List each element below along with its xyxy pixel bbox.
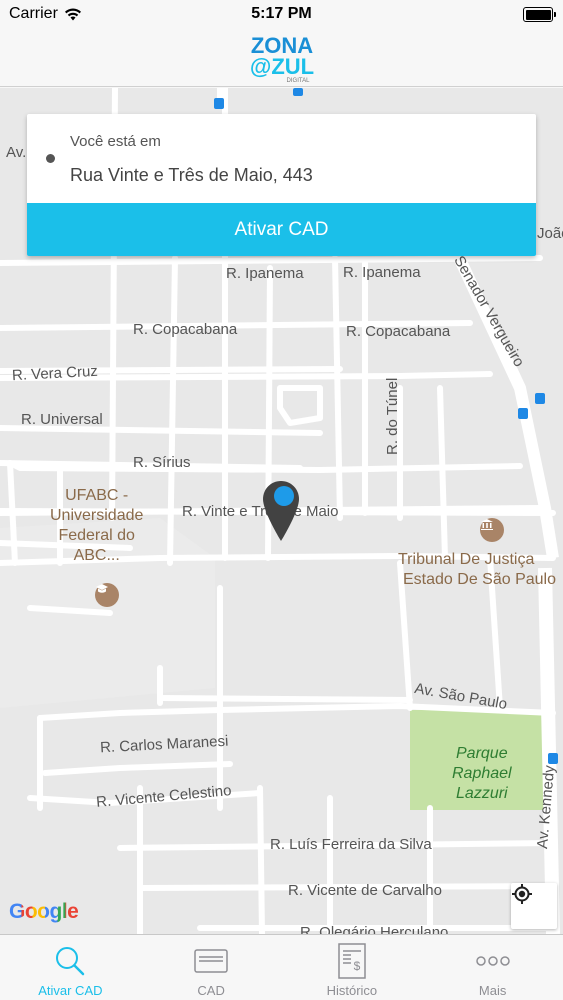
tab-cad[interactable]: CAD [141, 935, 282, 1000]
street-label: R. Olegário Herculano [300, 924, 449, 934]
battery-icon [523, 7, 556, 22]
tab-label: Ativar CAD [38, 983, 103, 998]
card-icon [191, 943, 231, 979]
tab-label: CAD [197, 983, 225, 998]
street-label: R. Ipanema [226, 265, 304, 282]
poi-tribunal-label: Tribunal De Justiça Estado De São Paulo [398, 550, 556, 590]
location-dot-icon [46, 154, 55, 163]
svg-text:$: $ [354, 959, 361, 973]
logo-line2: @ZUL [250, 54, 314, 79]
app-header: ZONA @ZUL DIGITAL [0, 30, 563, 87]
tab-bar: Ativar CAD CAD $ Histórico Mais [0, 934, 563, 1000]
tab-label: Mais [478, 983, 507, 998]
crosshair-icon [512, 884, 532, 904]
park-label: Parque Raphael Lazzuri [452, 744, 512, 804]
street-label: R. Ipanema [343, 264, 421, 281]
google-attribution: Google [9, 900, 79, 923]
street-label: R. Copacabana [133, 321, 238, 338]
street-label: R. Universal [21, 411, 103, 428]
courthouse-icon[interactable] [480, 518, 504, 542]
zona-azul-logo: ZONA @ZUL DIGITAL [250, 33, 314, 84]
location-card: Você está em Rua Vinte e Três de Maio, 4… [27, 114, 536, 256]
street-label: R. Vicente de Carvalho [288, 882, 442, 899]
location-caption: Você está em [70, 133, 161, 150]
poi-line: Federal do [58, 527, 135, 544]
street-label: João [537, 225, 563, 242]
street-label: R. Vinte e Três de Maio [182, 503, 339, 520]
tab-ativar-cad[interactable]: Ativar CAD [0, 935, 141, 1000]
my-location-button[interactable] [511, 883, 557, 929]
street-label: R. Luís Ferreira da Silva [270, 836, 432, 853]
location-address[interactable]: Rua Vinte e Três de Maio, 443 [70, 165, 313, 186]
status-bar: Carrier 5:17 PM [0, 0, 563, 30]
poi-line: Tribunal De Justiça [398, 551, 535, 568]
more-icon [473, 943, 513, 979]
poi-line: ABC... [73, 547, 120, 564]
street-label: Av. [6, 144, 27, 161]
park-line: Parque [456, 745, 508, 762]
poi-line: Estado De São Paulo [403, 571, 556, 588]
receipt-icon: $ [332, 943, 372, 979]
status-time: 5:17 PM [251, 5, 312, 22]
tab-mais[interactable]: Mais [422, 935, 563, 1000]
poi-ufabc-label: UFABC - Universidade Federal do ABC... [50, 486, 143, 566]
logo-small: DIGITAL [287, 78, 311, 84]
activate-cad-button[interactable]: Ativar CAD [27, 203, 536, 256]
tab-historico[interactable]: $ Histórico [282, 935, 423, 1000]
poi-line: Universidade [50, 507, 144, 524]
search-icon [50, 943, 90, 979]
poi-line: UFABC - [65, 487, 129, 504]
street-label: R. Sírius [133, 454, 191, 471]
google-logo: Google [9, 900, 79, 924]
graduation-cap-icon[interactable] [95, 583, 119, 607]
tab-label: Histórico [326, 983, 378, 998]
street-label: R. Copacabana [346, 323, 451, 340]
park-line: Raphael [452, 765, 512, 782]
map-pin-icon[interactable] [262, 480, 300, 542]
park-line: Lazzuri [456, 785, 508, 802]
street-label: R. do Túnel [384, 377, 401, 455]
